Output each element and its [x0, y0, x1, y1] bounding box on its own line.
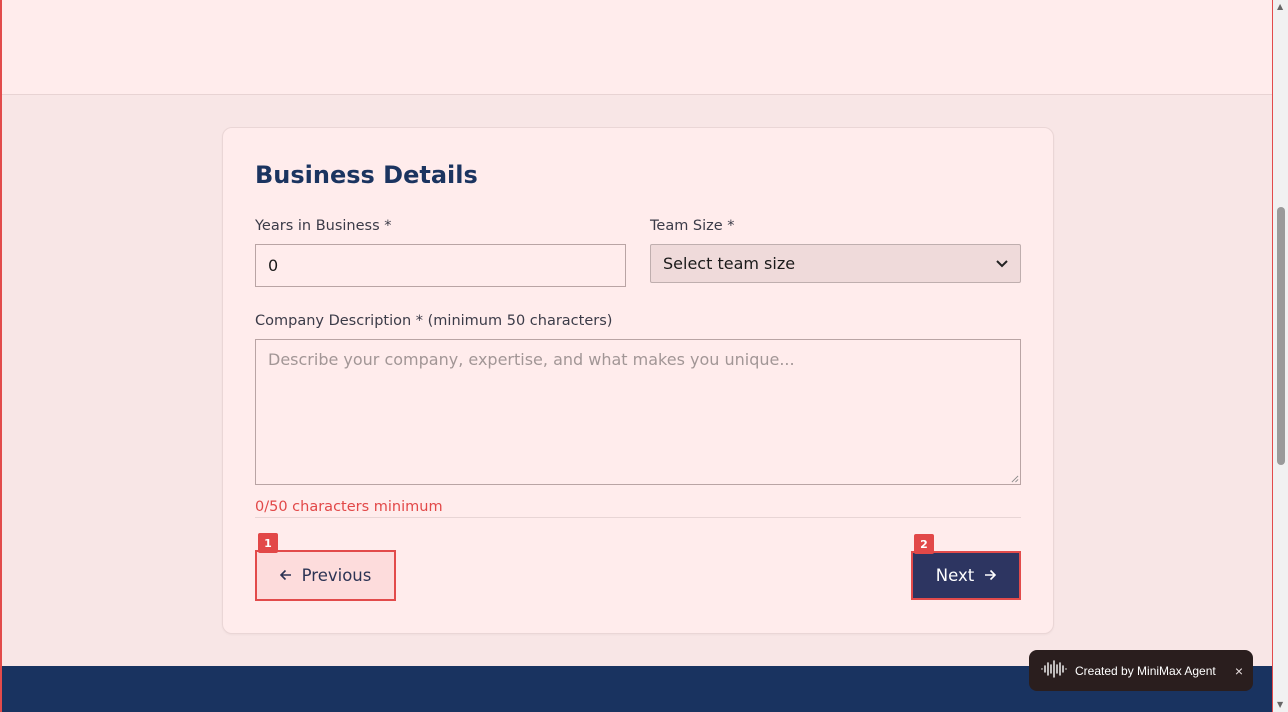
chevron-down-icon: [996, 257, 1008, 271]
scroll-up-arrow-icon[interactable]: ▲: [1277, 2, 1283, 11]
team-size-select[interactable]: Select team size: [650, 244, 1021, 283]
arrow-right-icon: [984, 566, 997, 585]
toast-text: Created by MiniMax Agent: [1075, 663, 1216, 678]
team-size-selected-value: Select team size: [663, 254, 796, 273]
years-in-business-input[interactable]: [255, 244, 626, 287]
character-count: 0/50 characters minimum: [255, 499, 443, 515]
page-title: Business Details: [255, 161, 478, 189]
top-header: [2, 0, 1272, 95]
previous-button[interactable]: Previous: [255, 550, 396, 601]
next-button-label: Next: [935, 566, 975, 585]
resize-handle-icon[interactable]: [1011, 475, 1019, 483]
company-description-label: Company Description * (minimum 50 charac…: [255, 313, 613, 329]
next-button[interactable]: Next: [911, 551, 1021, 600]
vertical-scrollbar[interactable]: ▲ ▼: [1273, 0, 1288, 712]
divider: [255, 517, 1021, 518]
company-description-textarea[interactable]: Describe your company, expertise, and wh…: [255, 339, 1021, 485]
scroll-down-arrow-icon[interactable]: ▼: [1277, 700, 1283, 709]
scrollbar-thumb[interactable]: [1277, 207, 1285, 465]
waveform-icon: [1041, 660, 1067, 681]
previous-button-badge: 1: [258, 533, 278, 553]
arrow-left-icon: [279, 566, 292, 585]
close-icon[interactable]: ×: [1235, 663, 1243, 679]
previous-button-label: Previous: [301, 566, 372, 585]
page-viewport: Business Details Years in Business * Tea…: [0, 0, 1273, 712]
created-by-toast: Created by MiniMax Agent ×: [1029, 650, 1253, 691]
company-description-placeholder: Describe your company, expertise, and wh…: [268, 350, 795, 369]
next-button-badge: 2: [914, 534, 934, 554]
years-in-business-label: Years in Business *: [255, 218, 392, 234]
business-details-card: Business Details Years in Business * Tea…: [222, 127, 1054, 634]
team-size-label: Team Size *: [650, 218, 735, 234]
